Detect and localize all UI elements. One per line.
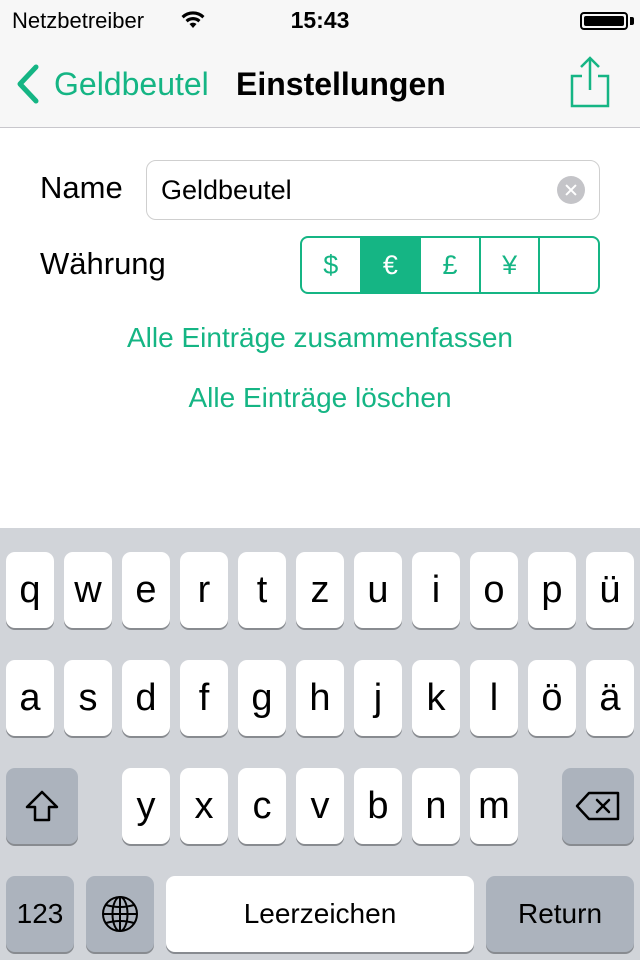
key-n[interactable]: n	[412, 768, 460, 844]
key-c[interactable]: c	[238, 768, 286, 844]
key-u[interactable]: u	[354, 552, 402, 628]
key-k[interactable]: k	[412, 660, 460, 736]
space-key[interactable]: Leerzeichen	[166, 876, 474, 952]
currency-segment-euro[interactable]: €	[361, 238, 422, 292]
currency-segment-yen[interactable]: ¥	[481, 238, 541, 292]
page-title: Einstellungen	[236, 66, 446, 102]
globe-key[interactable]	[86, 876, 154, 952]
chevron-left-icon	[17, 64, 39, 104]
key-e[interactable]: e	[122, 552, 170, 628]
numbers-key[interactable]: 123	[6, 876, 74, 952]
key-ue[interactable]: ü	[586, 552, 634, 628]
share-icon[interactable]	[568, 54, 612, 110]
key-t[interactable]: t	[238, 552, 286, 628]
key-v[interactable]: v	[296, 768, 344, 844]
currency-segment-pound[interactable]: £	[421, 238, 481, 292]
key-y[interactable]: y	[122, 768, 170, 844]
key-j[interactable]: j	[354, 660, 402, 736]
battery-tip	[630, 17, 634, 25]
key-f[interactable]: f	[180, 660, 228, 736]
shift-key[interactable]	[6, 768, 78, 844]
delete-entries-button[interactable]: Alle Einträge löschen	[0, 382, 640, 414]
merge-entries-button[interactable]: Alle Einträge zusammenfassen	[0, 322, 640, 354]
name-field[interactable]	[146, 160, 600, 220]
key-q[interactable]: q	[6, 552, 54, 628]
key-d[interactable]: d	[122, 660, 170, 736]
globe-icon	[102, 896, 138, 932]
back-button-label: Geldbeutel	[54, 65, 209, 102]
name-input[interactable]	[161, 161, 551, 219]
key-o[interactable]: o	[470, 552, 518, 628]
backspace-icon	[575, 791, 620, 821]
clear-text-icon[interactable]	[557, 176, 585, 204]
return-key[interactable]: Return	[486, 876, 634, 952]
key-oe[interactable]: ö	[528, 660, 576, 736]
status-time: 15:43	[290, 7, 350, 33]
currency-segment-dollar[interactable]: $	[302, 238, 362, 292]
back-button[interactable]: Geldbeutel	[14, 62, 209, 106]
key-z[interactable]: z	[296, 552, 344, 628]
key-l[interactable]: l	[470, 660, 518, 736]
currency-segment-empty[interactable]	[540, 238, 598, 292]
key-m[interactable]: m	[470, 768, 518, 844]
key-h[interactable]: h	[296, 660, 344, 736]
status-bar: Netzbetreiber 15:43	[0, 0, 640, 40]
navigation-bar: Geldbeutel Einstellungen	[0, 40, 640, 128]
key-b[interactable]: b	[354, 768, 402, 844]
key-x[interactable]: x	[180, 768, 228, 844]
key-i[interactable]: i	[412, 552, 460, 628]
battery-icon	[580, 12, 628, 30]
backspace-key[interactable]	[562, 768, 634, 844]
shift-icon	[25, 790, 59, 822]
key-g[interactable]: g	[238, 660, 286, 736]
keyboard: q w e r t z u i o p ü a s d f g h j k l …	[0, 528, 640, 960]
key-s[interactable]: s	[64, 660, 112, 736]
key-w[interactable]: w	[64, 552, 112, 628]
currency-label: Währung	[40, 246, 166, 281]
key-a[interactable]: a	[6, 660, 54, 736]
key-r[interactable]: r	[180, 552, 228, 628]
key-ae[interactable]: ä	[586, 660, 634, 736]
name-label: Name	[40, 170, 123, 205]
key-p[interactable]: p	[528, 552, 576, 628]
currency-segmented-control: $ € £ ¥	[300, 236, 600, 294]
